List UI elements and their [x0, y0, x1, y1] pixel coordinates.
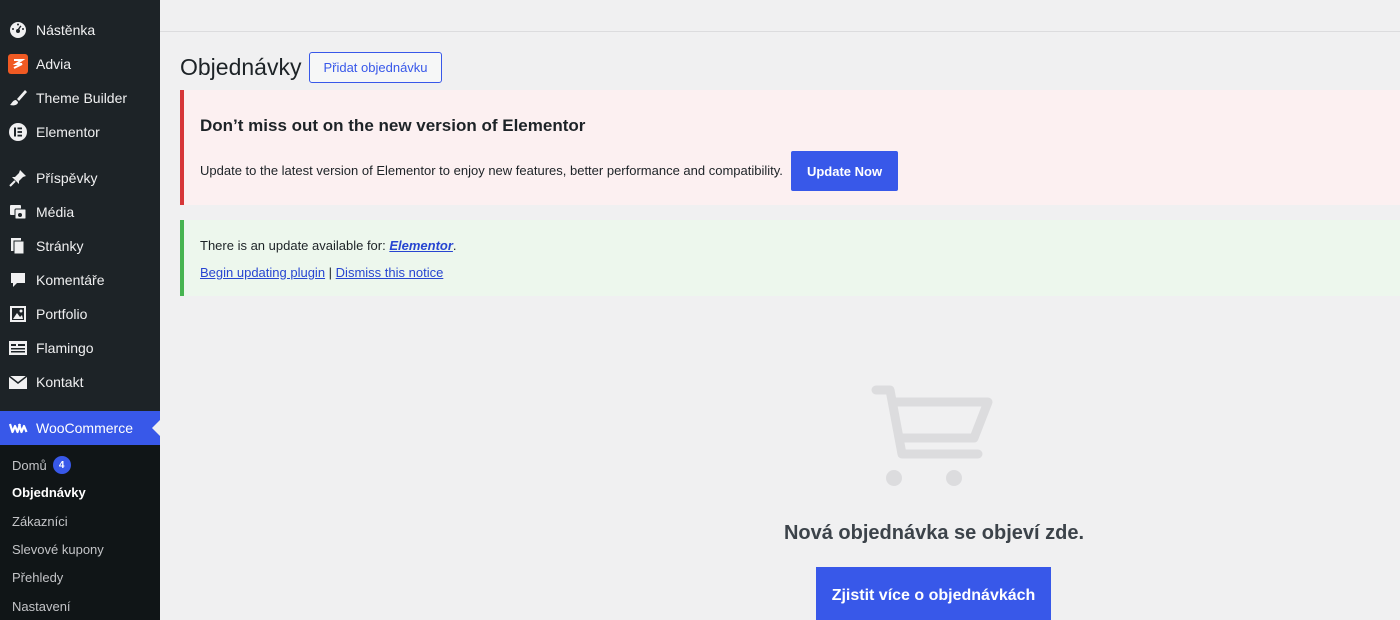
submenu-item-reports[interactable]: Přehledy [12, 567, 63, 587]
sidebar-item-media[interactable]: Média [0, 195, 160, 229]
submenu-item-label: Zákazníci [12, 513, 68, 529]
sidebar-item-label: Komentáře [36, 272, 105, 288]
submenu-item-label: Přehledy [12, 569, 64, 585]
sidebar-item-theme-builder[interactable]: Theme Builder [0, 81, 160, 115]
empty-state-message: Nová objednávka se objeví zde. [783, 522, 1085, 544]
pages-icon [0, 229, 36, 263]
update-suffix: . [452, 238, 457, 253]
plugin-update-notice: There is an update available for: Elemen… [180, 220, 1400, 296]
comment-icon [0, 263, 36, 297]
sidebar-item-label: Elementor [36, 124, 100, 140]
top-strip [160, 0, 1400, 32]
sidebar-item-woocommerce[interactable]: WooCommerce [0, 411, 160, 445]
pin-icon [0, 161, 36, 195]
sidebar-item-elementor[interactable]: Elementor [0, 115, 160, 149]
update-prefix: There is an update available for: [200, 238, 390, 253]
link-separator: | [325, 265, 336, 280]
submenu-item-orders[interactable]: Objednávky [12, 482, 86, 502]
update-available-text: There is an update available for: Elemen… [200, 238, 457, 253]
sidebar-item-dashboard[interactable]: Nástěnka [0, 13, 160, 47]
sidebar-item-label: Advia [36, 56, 72, 72]
learn-more-orders-button[interactable]: Zjistit více o objednávkách [816, 567, 1051, 620]
submenu-item-label: Nastavení [12, 598, 71, 614]
admin-sidebar: Nástěnka Advia Theme Builder Elementor P… [0, 0, 160, 620]
update-actions: Begin updating plugin | Dismiss this not… [200, 265, 443, 280]
sidebar-item-label: Theme Builder [36, 90, 128, 106]
sidebar-item-flamingo[interactable]: Flamingo [0, 331, 160, 365]
sidebar-item-label: WooCommerce [36, 420, 133, 436]
submenu-item-label: Domů [12, 457, 47, 473]
update-now-button[interactable]: Update Now [791, 151, 898, 191]
woo-icon [0, 411, 36, 445]
submenu-item-label: Objednávky [12, 484, 86, 500]
sidebar-item-label: Portfolio [36, 306, 88, 322]
submenu-item-settings[interactable]: Nastavení [12, 596, 71, 616]
sidebar-item-label: Nástěnka [36, 22, 96, 38]
plugin-link[interactable]: Elementor [389, 238, 453, 253]
page-title: Objednávky [180, 54, 302, 80]
woocommerce-submenu: Domů 4 Objednávky Zákazníci Slevové kupo… [0, 445, 160, 620]
elementor-update-notice: Don’t miss out on the new version of Ele… [180, 90, 1400, 205]
sidebar-item-label: Kontakt [36, 374, 84, 390]
submenu-item-customers[interactable]: Zákazníci [12, 511, 68, 531]
media-icon [0, 195, 36, 229]
cart-icon [870, 380, 1000, 490]
update-count-badge: 4 [52, 456, 71, 474]
submenu-item-home[interactable]: Domů 4 [12, 455, 71, 475]
sidebar-item-posts[interactable]: Příspěvky [0, 161, 160, 195]
flamingo-icon [0, 331, 36, 365]
sidebar-item-pages[interactable]: Stránky [0, 229, 160, 263]
sidebar-item-advia[interactable]: Advia [0, 47, 160, 81]
portfolio-icon [0, 297, 36, 331]
dashboard-icon [0, 13, 36, 47]
sidebar-item-portfolio[interactable]: Portfolio [0, 297, 160, 331]
notice-text: Update to the latest version of Elemento… [200, 163, 783, 178]
sidebar-item-contact[interactable]: Kontakt [0, 365, 160, 399]
elementor-icon [0, 115, 36, 149]
mail-icon [0, 365, 36, 399]
submenu-item-label: Slevové kupony [12, 541, 104, 557]
notice-title: Don’t miss out on the new version of Ele… [200, 116, 586, 135]
sidebar-item-label: Flamingo [36, 340, 94, 356]
sidebar-item-comments[interactable]: Komentáře [0, 263, 160, 297]
sidebar-item-label: Média [36, 204, 75, 220]
sidebar-item-label: Stránky [36, 238, 84, 254]
sidebar-item-label: Příspěvky [36, 170, 98, 186]
brush-icon [0, 81, 36, 115]
submenu-item-coupons[interactable]: Slevové kupony [12, 539, 104, 559]
advia-icon [0, 47, 36, 81]
begin-updating-link[interactable]: Begin updating plugin [200, 265, 325, 280]
add-order-button[interactable]: Přidat objednávku [309, 52, 442, 83]
dismiss-notice-link[interactable]: Dismiss this notice [336, 265, 444, 280]
